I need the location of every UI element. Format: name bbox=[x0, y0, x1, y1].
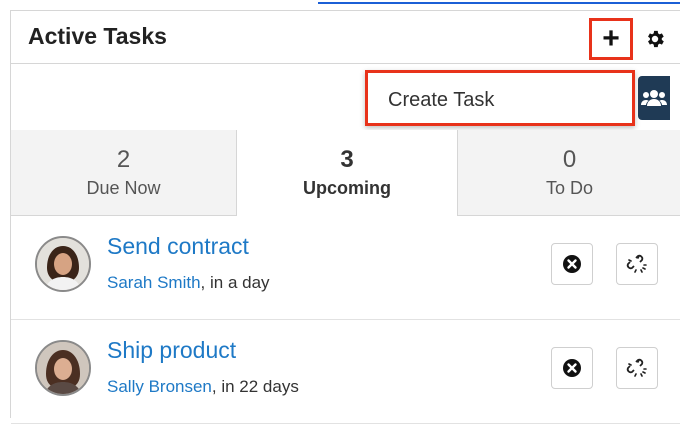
page-top-strip bbox=[0, 0, 680, 10]
link-underline bbox=[318, 2, 680, 4]
tab-label: To Do bbox=[545, 178, 594, 198]
close-icon bbox=[563, 255, 581, 273]
tab-count: 3 bbox=[340, 146, 354, 173]
task-meta: Sally Bronsen, in 22 days bbox=[107, 377, 299, 397]
task-name-link[interactable]: Ship product bbox=[107, 337, 236, 364]
avatar bbox=[35, 236, 91, 292]
tab-label: Upcoming bbox=[303, 178, 391, 198]
assignee-link[interactable]: Sarah Smith bbox=[107, 273, 201, 292]
unlink-icon bbox=[626, 358, 647, 377]
tab-label: Due Now bbox=[86, 178, 161, 198]
unlink-task-button[interactable] bbox=[616, 243, 658, 285]
avatar bbox=[35, 340, 91, 396]
tab-upcoming[interactable]: 3 Upcoming bbox=[236, 130, 458, 216]
assignee-link[interactable]: Sally Bronsen bbox=[107, 377, 212, 396]
dashlet-title: Active Tasks bbox=[28, 23, 167, 49]
tab-due-now[interactable]: 2 Due Now bbox=[11, 130, 236, 216]
due-text: , in a day bbox=[200, 273, 270, 292]
dashlet-header: Active Tasks + bbox=[11, 11, 680, 64]
tab-count: 2 bbox=[116, 146, 131, 173]
dashlet-toolbar: Create Task bbox=[11, 64, 680, 131]
due-text: , in 22 days bbox=[211, 377, 299, 396]
create-dropdown-menu: Create Task bbox=[365, 70, 635, 126]
task-name-link[interactable]: Send contract bbox=[107, 233, 249, 260]
users-icon bbox=[641, 90, 667, 106]
close-task-button[interactable] bbox=[551, 243, 593, 285]
tab-count: 0 bbox=[562, 146, 577, 173]
settings-button[interactable] bbox=[641, 25, 669, 53]
task-list: Send contract Sarah Smith, in a day Ship… bbox=[11, 216, 680, 424]
add-task-button[interactable]: + bbox=[589, 18, 633, 60]
create-task-menu-item[interactable]: Create Task bbox=[388, 89, 494, 112]
active-tasks-dashlet: Active Tasks + Create Task 2 Due Now 3 U… bbox=[10, 10, 680, 424]
task-row: Ship product Sally Bronsen, in 22 days bbox=[11, 320, 680, 424]
tab-to-do[interactable]: 0 To Do bbox=[458, 130, 680, 216]
unlink-task-button[interactable] bbox=[616, 347, 658, 389]
task-tabs: 2 Due Now 3 Upcoming 0 To Do bbox=[11, 130, 680, 216]
task-row: Send contract Sarah Smith, in a day bbox=[11, 216, 680, 320]
unlink-icon bbox=[626, 254, 647, 273]
gear-icon bbox=[648, 30, 664, 48]
close-task-button[interactable] bbox=[551, 347, 593, 389]
team-filter-button[interactable] bbox=[638, 76, 670, 120]
task-meta: Sarah Smith, in a day bbox=[107, 273, 270, 293]
close-icon bbox=[563, 359, 581, 377]
